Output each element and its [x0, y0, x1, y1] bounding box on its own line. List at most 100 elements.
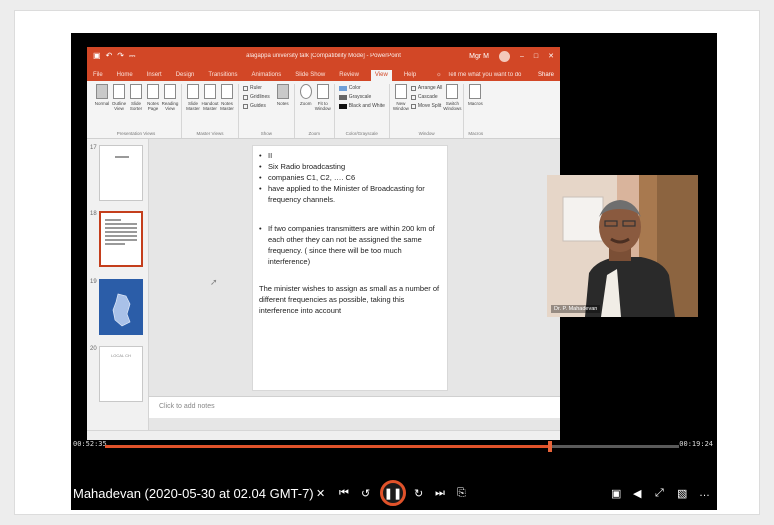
move-split-option[interactable]: Move Split [410, 102, 442, 111]
video-player[interactable]: ▣ ↶ ↷ ⎓ alagappa university talk [Compat… [71, 33, 717, 510]
presenter-webcam: Dr. P. Mahadevan [547, 175, 698, 317]
color-option[interactable]: Color [338, 84, 385, 93]
fit-window-button[interactable]: Fit to Window [315, 84, 331, 111]
settings-icon[interactable]: ▣ [611, 487, 621, 500]
presenter-video-icon [547, 175, 698, 317]
black-white-option[interactable]: Black and White [338, 102, 385, 111]
share-button[interactable]: Share [536, 70, 560, 81]
ppt-titlebar: ▣ ↶ ↷ ⎓ alagappa university talk [Compat… [87, 47, 560, 65]
slide-thumbnail[interactable] [99, 145, 143, 201]
user-avatar[interactable] [498, 50, 510, 62]
color-options: Color Grayscale Black and White [338, 84, 385, 111]
tab-slide-show[interactable]: Slide Show [293, 70, 327, 81]
notes-master-label: Notes Master [220, 101, 234, 111]
gridlines-checkbox[interactable]: Gridlines [243, 93, 270, 102]
next-icon[interactable]: ⏭ [435, 487, 445, 500]
normal-view-icon [96, 84, 108, 99]
slide-thumbnail-pane[interactable]: 17 18 19 20 LOCAL CH [87, 139, 149, 440]
notes-field[interactable]: Click to add notes [149, 396, 560, 418]
pause-button[interactable]: ❚❚ [380, 480, 406, 506]
grayscale-label: Grayscale [348, 94, 372, 100]
notes-page-button[interactable]: Notes Page [146, 84, 160, 111]
fullscreen-icon[interactable]: ⤢ [655, 487, 664, 500]
notes-toggle-button[interactable]: Notes [276, 84, 290, 106]
tab-file[interactable]: File [91, 70, 105, 81]
thumb-title: LOCAL CH [111, 353, 131, 358]
slide-sorter-button[interactable]: Slide Sorter [129, 84, 143, 111]
new-window-button[interactable]: New Window [393, 84, 409, 111]
fit-window-icon [316, 84, 329, 99]
slide-master-button[interactable]: Slide Master [186, 84, 200, 111]
captions-icon[interactable]: ⎘ [457, 487, 466, 500]
handout-master-button[interactable]: Handout Master [202, 84, 219, 111]
macros-button[interactable]: Macros [467, 84, 483, 106]
slide-thumbnail[interactable]: LOCAL CH [99, 346, 143, 402]
macros-label: Macros [467, 101, 483, 106]
pip-icon[interactable]: ▧ [677, 487, 687, 500]
outline-view-label: Outline View [111, 101, 127, 111]
tab-home[interactable]: Home [115, 70, 135, 81]
black-white-label: Black and White [348, 103, 385, 109]
notes-label: Notes [276, 101, 289, 106]
tell-me-box[interactable]: ☼ Tell me what you want to do [432, 70, 525, 81]
tab-insert[interactable]: Insert [145, 70, 164, 81]
thumb-number: 18 [90, 211, 97, 217]
reading-view-icon [164, 84, 176, 99]
bullet-item: companies C1, C2, …. C6 [259, 172, 441, 183]
thumb-text-line [105, 243, 125, 245]
checkbox-icon [243, 104, 248, 109]
slide-thumbnail[interactable] [99, 279, 143, 335]
tab-view[interactable]: View [370, 70, 392, 81]
ruler-checkbox[interactable]: Ruler [243, 84, 270, 93]
progress-handle[interactable] [548, 441, 553, 452]
zoom-label: Zoom [299, 101, 312, 106]
reading-view-label: Reading View [161, 101, 179, 111]
group-master-views: Slide Master Handout Master Notes Master… [182, 84, 239, 138]
presenter-name: Dr. P. Mahadevan [551, 305, 601, 313]
close-icon[interactable]: ✕ [548, 52, 554, 60]
notes-master-button[interactable]: Notes Master [220, 84, 234, 111]
group-label: Show [260, 131, 272, 136]
group-color: Color Grayscale Black and White Color/Gr… [335, 84, 390, 138]
notes-icon [276, 84, 289, 99]
slide-bullet-list: II Six Radio broadcasting companies C1, … [259, 150, 441, 267]
tab-transitions[interactable]: Transitions [206, 70, 239, 81]
slide-canvas[interactable]: II Six Radio broadcasting companies C1, … [252, 145, 448, 391]
cascade-option[interactable]: Cascade [410, 93, 442, 102]
rewind-icon[interactable]: ↺ [361, 487, 370, 500]
switch-windows-button[interactable]: Switch Windows [443, 84, 461, 111]
tab-review[interactable]: Review [337, 70, 361, 81]
ribbon-view: Normal Outline View Slide Sorter Notes P… [87, 81, 560, 139]
seek-bar[interactable]: 00:52:35 00:19:24 [71, 440, 717, 454]
total-time: 00:19:24 [679, 440, 713, 448]
arrange-all-option[interactable]: Arrange All [410, 84, 442, 93]
normal-view-button[interactable]: Normal [95, 84, 109, 106]
forward-icon[interactable]: ↻ [414, 487, 423, 500]
thumb-number: 19 [90, 279, 97, 285]
maximize-icon[interactable]: □ [534, 53, 538, 60]
shuffle-icon[interactable]: ✕ [316, 487, 325, 500]
progress-track[interactable] [105, 441, 679, 452]
switch-windows-icon [446, 84, 459, 99]
grayscale-option[interactable]: Grayscale [338, 93, 385, 102]
minimize-icon[interactable]: – [520, 53, 524, 60]
thumb-text-line [105, 235, 137, 237]
tab-help[interactable]: Help [402, 70, 418, 81]
volume-icon[interactable]: ◀ [633, 487, 641, 500]
tab-design[interactable]: Design [174, 70, 197, 81]
previous-icon[interactable]: ⏮ [339, 487, 349, 500]
zoom-button[interactable]: Zoom [299, 84, 313, 106]
color-swatch-icon [338, 86, 347, 91]
reading-view-button[interactable]: Reading View [161, 84, 179, 111]
slide-paragraph: The minister wishes to assign as small a… [259, 284, 440, 315]
thumb-text-line [105, 219, 121, 221]
tab-animations[interactable]: Animations [250, 70, 284, 81]
slide-thumbnail-selected[interactable] [99, 211, 143, 267]
guides-checkbox[interactable]: Guides [243, 102, 270, 111]
lightbulb-icon: ☼ [436, 72, 444, 78]
progress-fill [105, 445, 551, 448]
outline-view-button[interactable]: Outline View [112, 84, 126, 111]
more-icon[interactable]: … [699, 487, 710, 499]
outline-view-icon [113, 84, 125, 99]
color-label: Color [348, 85, 361, 91]
